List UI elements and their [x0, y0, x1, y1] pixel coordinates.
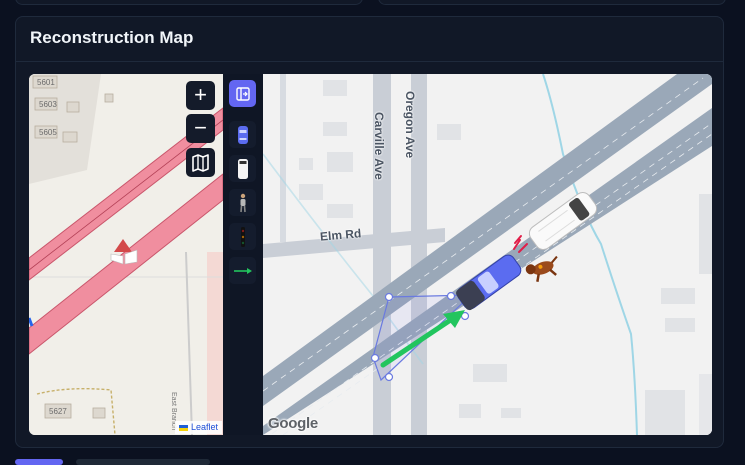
traffic-light-icon [240, 226, 245, 247]
panel-toggle-icon [235, 86, 250, 101]
panel-toggle-button[interactable] [229, 80, 256, 107]
scene-map-canvas [263, 74, 712, 435]
van-icon [237, 158, 248, 179]
car-icon [237, 125, 248, 144]
map-icon [192, 154, 209, 172]
address-label: 5627 [49, 407, 67, 416]
scene-map[interactable]: Elm Rd Carville Ave Oregon Ave Google [263, 74, 712, 435]
address-label: 5603 [39, 100, 57, 109]
object-toolbar [223, 74, 263, 435]
bottom-tab[interactable] [76, 459, 210, 465]
add-pedestrian-tool[interactable] [229, 189, 256, 216]
street-label-oregon-ave: Oregon Ave [403, 91, 417, 159]
arrow-icon [233, 267, 252, 274]
add-car-tool[interactable] [229, 121, 256, 148]
street-label-carville-ave: Carville Ave [372, 112, 386, 180]
address-label: 5601 [37, 78, 55, 87]
attribution-link[interactable]: Leaflet [191, 421, 218, 434]
leaflet-attribution[interactable]: Leaflet [175, 421, 223, 434]
panel-divider [16, 61, 723, 62]
top-card-left [15, 0, 363, 5]
panel-title: Reconstruction Map [30, 28, 194, 47]
add-arrow-tool[interactable] [229, 257, 256, 284]
address-label: 5605 [39, 128, 57, 137]
add-traffic-light-tool[interactable] [229, 223, 256, 250]
pedestrian-icon [239, 193, 246, 212]
zoom-out-button[interactable]: − [186, 114, 215, 143]
map-layers-button[interactable] [186, 148, 215, 177]
add-van-tool[interactable] [229, 155, 256, 182]
zoom-in-button[interactable]: + [186, 81, 215, 110]
flag-icon [179, 424, 188, 431]
top-card-right [378, 0, 726, 5]
bottom-tab-active[interactable] [15, 459, 63, 465]
google-logo: Google [268, 415, 318, 432]
